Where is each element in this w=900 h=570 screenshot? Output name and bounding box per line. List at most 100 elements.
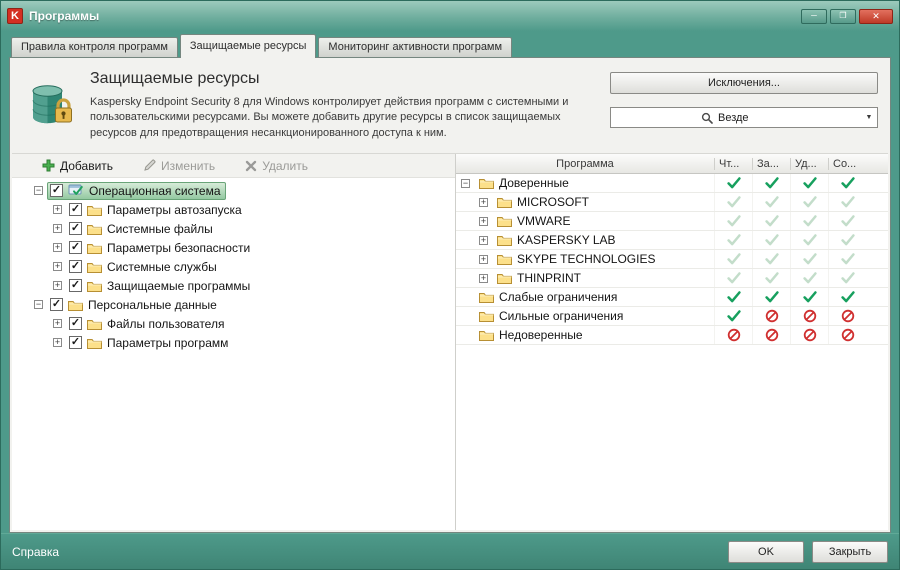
search-input[interactable]: [611, 108, 697, 127]
search-scope[interactable]: Везде: [697, 112, 753, 124]
folder-icon: [87, 204, 102, 216]
tree-item[interactable]: − ✓ Персональные данные: [12, 295, 455, 314]
item-checkbox[interactable]: ✓: [69, 336, 82, 350]
tree-item[interactable]: + ✓ Системные службы: [12, 257, 455, 276]
tree-item-body: ✓ Персональные данные: [47, 296, 222, 314]
toolbar: Добавить Изменить Удалить: [12, 154, 455, 179]
inherited-check-icon: [752, 269, 790, 288]
item-checkbox[interactable]: ✓: [69, 279, 82, 293]
expand-icon[interactable]: +: [53, 262, 62, 272]
allow-check-icon: [714, 288, 752, 307]
expand-icon[interactable]: +: [53, 319, 62, 329]
table-row[interactable]: − Доверенные: [456, 174, 888, 194]
inherited-check-icon: [828, 193, 866, 212]
ok-button[interactable]: OK: [728, 540, 804, 563]
table-row[interactable]: + THINPRINT: [456, 269, 888, 289]
tree-item[interactable]: − ✓ Операционная система: [12, 181, 455, 200]
item-checkbox[interactable]: ✓: [69, 260, 82, 274]
tree-item[interactable]: + ✓ Файлы пользователя: [12, 314, 455, 333]
item-checkbox[interactable]: ✓: [50, 184, 63, 198]
expand-icon[interactable]: +: [53, 338, 62, 348]
folder-icon: [497, 234, 512, 247]
item-checkbox[interactable]: ✓: [69, 241, 82, 255]
inherited-check-icon: [752, 212, 790, 231]
collapse-icon[interactable]: −: [34, 300, 43, 310]
add-label: Добавить: [60, 158, 114, 173]
inherited-check-icon: [714, 269, 752, 288]
tree-item[interactable]: + ✓ Параметры безопасности: [12, 238, 455, 257]
expand-icon[interactable]: +: [53, 224, 62, 234]
expand-icon[interactable]: +: [479, 235, 488, 245]
inherited-check-icon: [828, 250, 866, 269]
add-button[interactable]: Добавить: [42, 159, 113, 173]
expand-icon[interactable]: +: [53, 243, 62, 253]
column-delete[interactable]: Уд...: [790, 157, 828, 170]
inherited-check-icon: [790, 231, 828, 250]
inherited-check-icon: [790, 193, 828, 212]
tree-item[interactable]: + ✓ Параметры автозапуска: [12, 200, 455, 219]
expand-icon[interactable]: +: [479, 216, 488, 226]
folder-icon: [497, 272, 512, 285]
collapse-icon[interactable]: −: [34, 186, 43, 196]
expand-icon[interactable]: +: [53, 281, 62, 291]
folder-icon: [87, 337, 102, 349]
edit-button[interactable]: Изменить: [143, 159, 215, 173]
expand-icon[interactable]: +: [53, 205, 62, 215]
table-row[interactable]: + VMWARE: [456, 212, 888, 232]
page-title: Защищаемые ресурсы: [90, 70, 260, 87]
column-create[interactable]: Со...: [828, 157, 866, 170]
row-label: Недоверенные: [499, 328, 583, 343]
row-label: Слабые ограничения: [499, 290, 618, 305]
tree-item[interactable]: + ✓ Параметры программ: [12, 333, 455, 352]
minimize-button[interactable]: ─: [801, 8, 827, 24]
table-row[interactable]: + MICROSOFT: [456, 193, 888, 213]
expand-icon[interactable]: +: [479, 273, 488, 283]
expand-icon[interactable]: +: [479, 254, 488, 264]
header-text: Защищаемые ресурсы Kaspersky Endpoint Se…: [90, 70, 598, 141]
item-checkbox[interactable]: ✓: [69, 317, 82, 331]
table-row[interactable]: + KASPERSKY LAB: [456, 231, 888, 251]
table-row[interactable]: Недоверенные: [456, 326, 888, 346]
tab-1[interactable]: Защищаемые ресурсы: [179, 34, 317, 58]
delete-label: Удалить: [262, 158, 309, 173]
close-window-button[interactable]: ✕: [859, 8, 893, 24]
tree-item-body: ✓ Системные файлы: [66, 220, 218, 238]
column-read[interactable]: Чт...: [714, 157, 752, 170]
tab-0[interactable]: Правила контроля программ: [11, 37, 178, 57]
item-checkbox[interactable]: ✓: [69, 222, 82, 236]
item-checkbox[interactable]: ✓: [69, 203, 82, 217]
titlebar: K Программы ─ ❐ ✕: [1, 1, 899, 31]
deny-icon: [714, 326, 752, 345]
tab-2[interactable]: Мониторинг активности программ: [318, 37, 513, 57]
column-program[interactable]: Программа: [456, 158, 714, 170]
row-label-cell: Слабые ограничения: [456, 290, 714, 304]
collapse-icon[interactable]: −: [461, 178, 470, 188]
window-controls: ─ ❐ ✕: [801, 8, 893, 24]
item-checkbox[interactable]: ✓: [50, 298, 63, 312]
inherited-check-icon: [790, 212, 828, 231]
help-link[interactable]: Справка: [12, 545, 59, 559]
inherited-check-icon: [790, 250, 828, 269]
footer: Справка OK Закрыть: [1, 533, 899, 569]
row-label-cell: Недоверенные: [456, 328, 714, 342]
column-write[interactable]: За...: [752, 157, 790, 170]
table-header: Программа Чт... За... Уд... Со...: [456, 154, 888, 175]
tree-item[interactable]: + ✓ Защищаемые программы: [12, 276, 455, 295]
inherited-check-icon: [752, 250, 790, 269]
inherited-check-icon: [828, 231, 866, 250]
inherited-check-icon: [714, 193, 752, 212]
close-button[interactable]: Закрыть: [812, 540, 888, 563]
row-label-cell: − Доверенные: [456, 176, 714, 190]
exclusions-button[interactable]: Исключения...: [610, 72, 878, 94]
folder-icon: [497, 215, 512, 228]
table-row[interactable]: Слабые ограничения: [456, 288, 888, 308]
delete-button[interactable]: Удалить: [245, 159, 308, 173]
expand-icon[interactable]: +: [479, 197, 488, 207]
maximize-button[interactable]: ❐: [830, 8, 856, 24]
table-row[interactable]: Сильные ограничения: [456, 307, 888, 327]
deny-icon: [790, 307, 828, 326]
table-row[interactable]: + SKYPE TECHNOLOGIES: [456, 250, 888, 270]
search-box[interactable]: Везде ▼: [610, 107, 878, 128]
tree-item[interactable]: + ✓ Системные файлы: [12, 219, 455, 238]
dropdown-arrow-icon[interactable]: ▼: [861, 114, 877, 121]
